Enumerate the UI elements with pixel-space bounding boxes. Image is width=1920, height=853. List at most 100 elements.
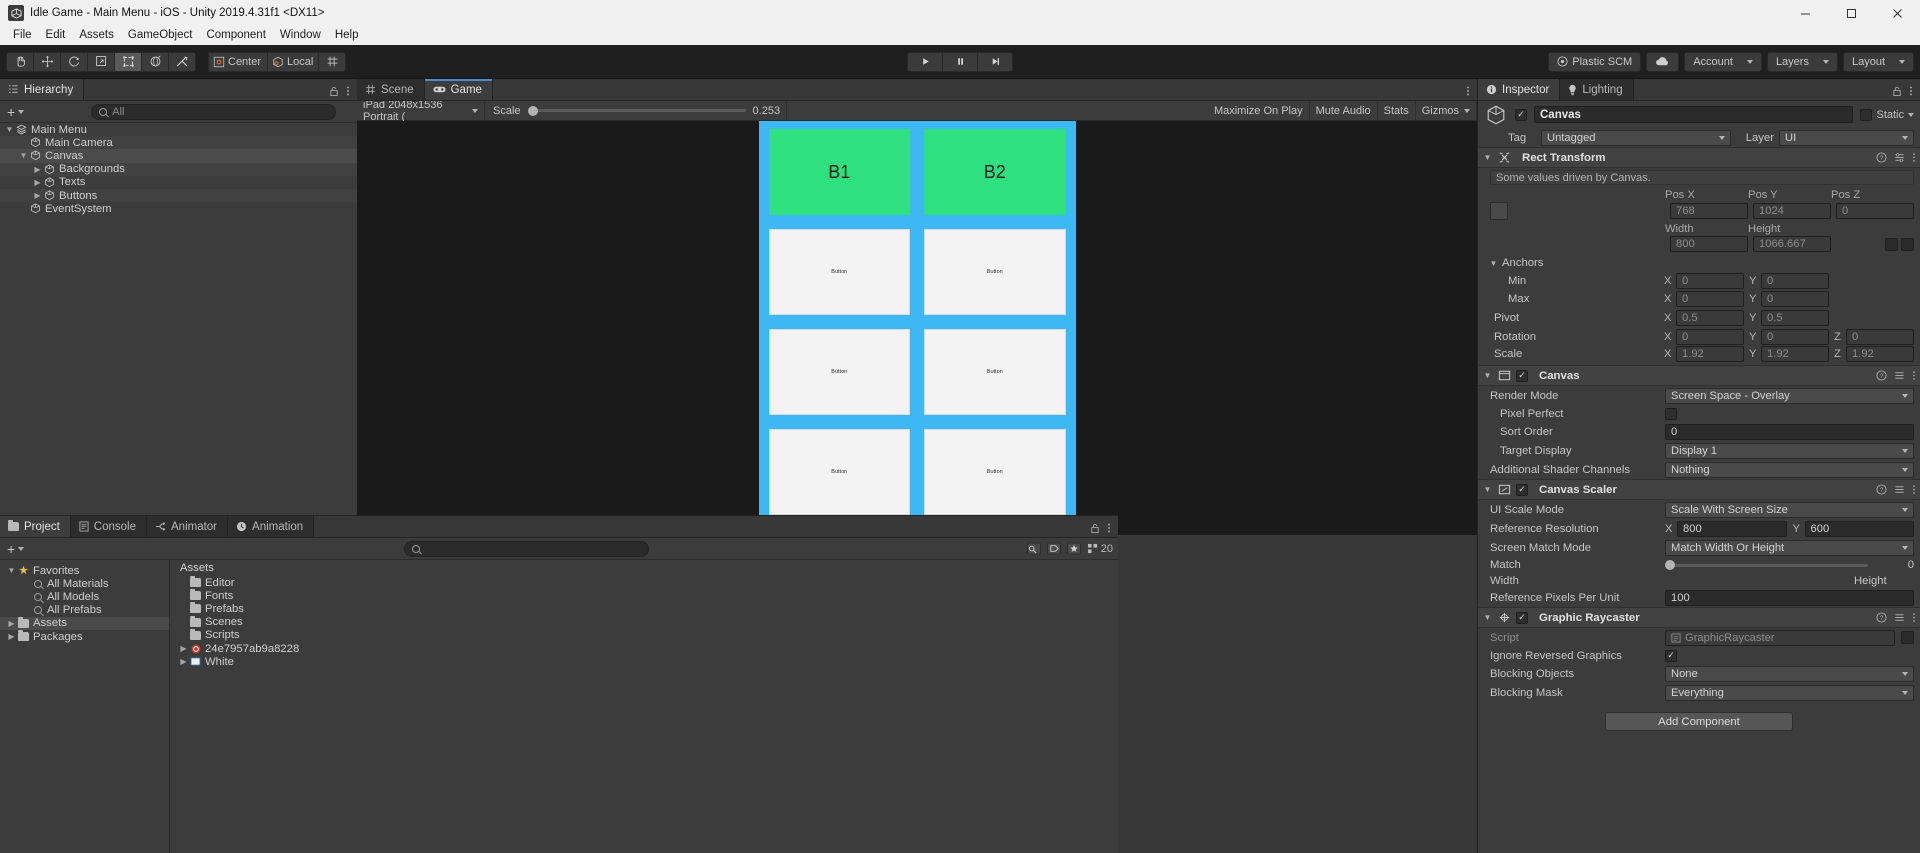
- search-by-label-icon[interactable]: [1046, 542, 1061, 555]
- scale-y-field[interactable]: 1.92: [1761, 346, 1829, 362]
- scale-slider-knob[interactable]: [527, 105, 538, 116]
- ignore-reversed-checkbox[interactable]: ✓: [1665, 649, 1677, 662]
- height-field[interactable]: 1066.667: [1753, 236, 1831, 252]
- rect-tool-button[interactable]: [114, 51, 142, 72]
- more-options-icon[interactable]: [346, 85, 350, 97]
- inspector-scroll[interactable]: ✓ Canvas Static Tag Untagged Layer UI ▼ …: [1478, 101, 1920, 853]
- hierarchy-item-canvas[interactable]: ▼ Canvas: [0, 149, 357, 163]
- foldout-triangle-icon[interactable]: ▶: [32, 165, 43, 174]
- pos-x-field[interactable]: 768: [1670, 203, 1748, 219]
- game-button-7[interactable]: Button: [768, 429, 910, 515]
- preset-icon[interactable]: [1894, 484, 1905, 495]
- hierarchy-item-main-menu[interactable]: ▼ Main Menu: [0, 123, 357, 136]
- project-tree-item-assets[interactable]: ▶ Assets: [0, 616, 169, 630]
- layout-dropdown[interactable]: Layout: [1842, 51, 1914, 72]
- anchor-max-x-field[interactable]: 0: [1676, 291, 1744, 307]
- blueprint-mode-button[interactable]: [1885, 237, 1898, 251]
- menu-window[interactable]: Window: [273, 27, 328, 44]
- tab-scene[interactable]: Scene: [357, 79, 425, 100]
- project-file-scenes[interactable]: Scenes: [170, 615, 1118, 629]
- close-button[interactable]: [1874, 0, 1920, 26]
- project-tree[interactable]: ▼ ★ Favorites All Materials All Models All Pr…: [0, 560, 170, 853]
- foldout-triangle-icon[interactable]: ▼: [1482, 153, 1493, 162]
- raw-edit-mode-button[interactable]: [1901, 237, 1914, 251]
- hierarchy-add-button[interactable]: +: [5, 105, 26, 119]
- project-search-input[interactable]: [403, 540, 649, 557]
- hand-tool-button[interactable]: [6, 51, 34, 72]
- static-checkbox[interactable]: [1860, 108, 1873, 121]
- custom-tool-button[interactable]: [168, 51, 196, 72]
- help-icon[interactable]: ?: [1876, 370, 1887, 381]
- tab-console[interactable]: Console: [70, 516, 147, 537]
- move-tool-button[interactable]: [33, 51, 61, 72]
- favorites-icon[interactable]: [1066, 542, 1081, 555]
- game-button-4[interactable]: Button: [924, 229, 1066, 315]
- rotation-y-field[interactable]: 0: [1761, 328, 1829, 345]
- anchor-preset-button[interactable]: [1490, 202, 1508, 220]
- rotate-tool-button[interactable]: [60, 51, 88, 72]
- reference-resolution-y-field[interactable]: 600: [1804, 520, 1914, 537]
- canvas-scaler-enabled-checkbox[interactable]: ✓: [1516, 483, 1528, 496]
- hierarchy-item-backgrounds[interactable]: ▶ Backgrounds: [0, 162, 357, 176]
- match-slider[interactable]: [1665, 560, 1868, 570]
- account-dropdown[interactable]: Account: [1684, 51, 1762, 72]
- pause-button[interactable]: [942, 51, 978, 72]
- hierarchy-tree[interactable]: ▼ Main Menu Main Camera ▼ Canvas ▶ Backgrounds…: [0, 123, 357, 535]
- project-tree-item-all-models[interactable]: All Models: [0, 590, 169, 603]
- foldout-triangle-icon[interactable]: ▼: [1482, 485, 1493, 494]
- ui-scale-mode-dropdown[interactable]: Scale With Screen Size: [1665, 501, 1914, 518]
- layer-dropdown[interactable]: UI: [1779, 129, 1914, 146]
- help-icon[interactable]: ?: [1876, 152, 1887, 163]
- width-field[interactable]: 800: [1670, 236, 1748, 252]
- more-options-icon[interactable]: [1466, 85, 1470, 97]
- menu-help[interactable]: Help: [328, 27, 366, 44]
- aspect-ratio-dropdown[interactable]: iPad 2048x1536 Portrait (: [357, 99, 485, 123]
- project-tree-item-packages[interactable]: ▶ Packages: [0, 630, 169, 643]
- project-file-editor[interactable]: Editor: [170, 576, 1118, 589]
- menu-file[interactable]: File: [6, 27, 39, 44]
- project-tree-item-all-materials[interactable]: All Materials: [0, 577, 169, 590]
- foldout-triangle-icon[interactable]: ▶: [178, 657, 189, 666]
- hierarchy-item-buttons[interactable]: ▶ Buttons: [0, 188, 357, 203]
- help-icon[interactable]: ?: [1876, 484, 1887, 495]
- canvas-enabled-checkbox[interactable]: ✓: [1516, 369, 1528, 382]
- foldout-triangle-icon[interactable]: ▶: [6, 632, 17, 641]
- game-button-2[interactable]: B2: [924, 129, 1066, 215]
- game-button-5[interactable]: Button: [768, 329, 910, 415]
- rotation-x-field[interactable]: 0: [1676, 328, 1744, 345]
- plastic-scm-button[interactable]: Plastic SCM: [1548, 51, 1642, 72]
- search-by-type-icon[interactable]: [1026, 542, 1041, 555]
- foldout-triangle-icon[interactable]: ▶: [32, 191, 43, 200]
- match-slider-knob[interactable]: [1665, 560, 1675, 570]
- foldout-triangle-icon[interactable]: ▼: [1482, 371, 1493, 380]
- project-add-button[interactable]: +: [5, 542, 26, 556]
- project-file-prefabs[interactable]: Prefabs: [170, 602, 1118, 615]
- add-component-button[interactable]: Add Component: [1605, 712, 1793, 731]
- foldout-triangle-icon[interactable]: ▼: [18, 151, 29, 160]
- project-tree-item-favorites[interactable]: ▼ ★ Favorites: [0, 564, 169, 578]
- pivot-rotation-button[interactable]: Local: [267, 51, 321, 72]
- project-file-fonts[interactable]: Fonts: [170, 589, 1118, 602]
- project-file-24e7957ab9a8228[interactable]: ▶ 24e7957ab9a8228: [170, 642, 1118, 655]
- scale-tool-button[interactable]: [87, 51, 115, 72]
- pixel-perfect-checkbox[interactable]: [1665, 407, 1677, 420]
- preset-icon[interactable]: [1894, 612, 1905, 623]
- more-options-icon[interactable]: [1107, 522, 1111, 534]
- foldout-triangle-icon[interactable]: ▼: [4, 125, 15, 134]
- foldout-triangle-icon[interactable]: ▼: [1482, 613, 1493, 622]
- game-view-viewport[interactable]: B1 B2 Button Button Button Button Button Button: [357, 121, 1477, 535]
- script-select-button[interactable]: [1901, 631, 1914, 644]
- hierarchy-item-texts[interactable]: ▶ Texts: [0, 176, 357, 189]
- game-button-1[interactable]: B1: [768, 129, 910, 215]
- menu-component[interactable]: Component: [199, 27, 272, 44]
- component-header-rect-transform[interactable]: ▼ Rect Transform ?: [1478, 147, 1920, 168]
- foldout-triangle-icon[interactable]: ▼: [6, 566, 17, 575]
- play-button[interactable]: [907, 51, 943, 72]
- render-mode-dropdown[interactable]: Screen Space - Overlay: [1665, 387, 1914, 404]
- component-header-graphic-raycaster[interactable]: ▼ ✓ Graphic Raycaster ?: [1478, 607, 1920, 628]
- sort-order-field[interactable]: 0: [1665, 423, 1914, 440]
- anchor-min-y-field[interactable]: 0: [1761, 273, 1829, 289]
- game-button-6[interactable]: Button: [924, 329, 1066, 415]
- gizmos-dropdown[interactable]: Gizmos: [1416, 101, 1477, 120]
- minimize-button[interactable]: [1782, 0, 1828, 26]
